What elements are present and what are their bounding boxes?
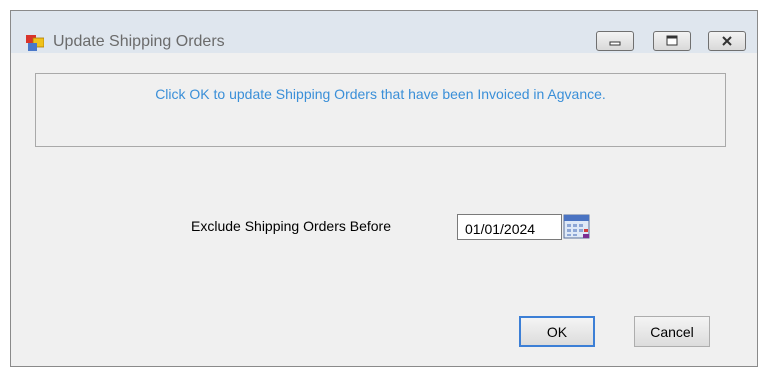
app-window-icon — [26, 35, 44, 51]
minimize-icon — [609, 41, 621, 46]
minimize-button[interactable] — [596, 31, 634, 51]
window-title: Update Shipping Orders — [53, 33, 225, 50]
title-bar[interactable]: Update Shipping Orders — [11, 11, 757, 53]
calendar-icon[interactable] — [563, 214, 590, 239]
cancel-button[interactable]: Cancel — [634, 316, 710, 347]
restore-button[interactable] — [653, 31, 691, 51]
update-shipping-orders-dialog: Update Shipping Orders Click OK to updat… — [10, 10, 758, 367]
close-button[interactable] — [708, 31, 746, 51]
restore-icon — [666, 35, 678, 46]
exclude-before-label: Exclude Shipping Orders Before — [191, 218, 391, 234]
info-message: Click OK to update Shipping Orders that … — [155, 86, 606, 102]
exclude-before-date-input[interactable]: 01/01/2024 — [457, 214, 562, 240]
info-panel: Click OK to update Shipping Orders that … — [35, 73, 726, 147]
close-icon — [722, 36, 732, 46]
ok-button[interactable]: OK — [519, 316, 595, 347]
